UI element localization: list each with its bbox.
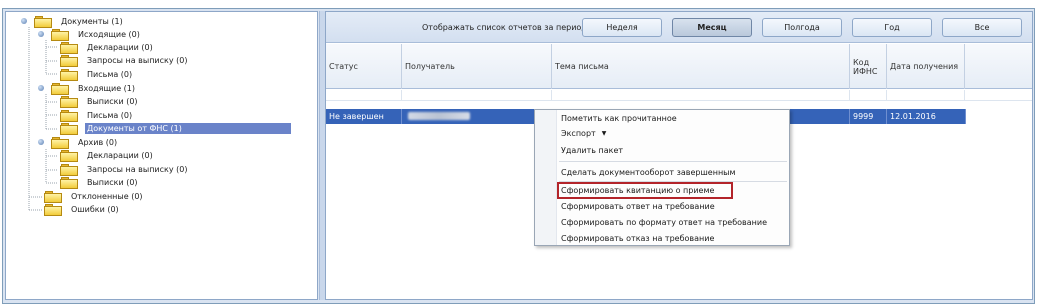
tree-node-label: Выписки (0): [87, 178, 138, 187]
tree-node-label: Декларации (0): [87, 151, 153, 160]
all-button[interactable]: Все: [942, 18, 1022, 37]
menu-item-label: Сформировать отказ на требование: [561, 234, 715, 243]
tree-node-label: Декларации (0): [87, 43, 153, 52]
tree-node-label: Исходящие (0): [78, 30, 140, 39]
highlight-frame: [557, 182, 733, 199]
folder-icon: [51, 136, 70, 149]
tree-node-documents[interactable]: Документы (1): [20, 15, 125, 28]
tree-node-rejected[interactable]: Отклоненные (0): [44, 190, 145, 203]
tree-node-label: Письма (0): [87, 70, 133, 79]
folder-icon: [34, 15, 53, 28]
collapse-icon[interactable]: [20, 16, 31, 27]
tree-node-incoming[interactable]: Входящие (1): [37, 82, 137, 95]
collapse-icon[interactable]: [37, 29, 48, 40]
folder-icon: [51, 82, 70, 95]
tree-node-label: Выписки (0): [87, 97, 138, 106]
menu-item-label: Удалить пакет: [561, 146, 624, 155]
menu-item-formatted-answer[interactable]: Сформировать по формату ответ на требова…: [535, 215, 789, 230]
week-button[interactable]: Неделя: [582, 18, 662, 37]
menu-item-export[interactable]: Экспорт ▼: [535, 126, 789, 141]
tree-node-archive[interactable]: Архив (0): [37, 136, 119, 149]
redacted-recipient: [408, 112, 470, 120]
period-label: Отображать список отчетов за период:: [422, 23, 590, 32]
year-button[interactable]: Год: [852, 18, 932, 37]
tree-node-label: Архив (0): [78, 138, 118, 147]
half-year-button[interactable]: Полгода: [762, 18, 842, 37]
menu-item-answer-request[interactable]: Сформировать ответ на требование: [535, 199, 789, 214]
tree-node-label: Отклоненные (0): [71, 192, 143, 201]
tree-node-label: Документы (1): [61, 17, 123, 26]
menu-item-label: Пометить как прочитанное: [561, 114, 677, 123]
tree-node-label: Письма (0): [87, 111, 133, 120]
tree-node-incoming-letters[interactable]: Письма (0): [60, 109, 134, 122]
grid-header: Статус Получатель Тема письма Код ИФНС Д…: [326, 44, 1032, 89]
menu-item-complete-workflow[interactable]: Сделать документооборот завершенным: [535, 165, 789, 180]
folder-icon: [44, 190, 63, 203]
cell-received-date: 12.01.2016: [887, 109, 966, 124]
menu-item-label: Сформировать по формату ответ на требова…: [561, 218, 768, 227]
month-button[interactable]: Месяц: [672, 18, 752, 37]
cell-ifns-code: 9999: [850, 109, 887, 124]
tree-node-outgoing-requests[interactable]: Запросы на выписку (0): [60, 54, 189, 67]
tree-node-outgoing-letters[interactable]: Письма (0): [60, 68, 134, 81]
tree-node-incoming-statements[interactable]: Выписки (0): [60, 95, 140, 108]
folder-icon: [60, 109, 79, 122]
folder-icon: [60, 54, 79, 67]
folder-icon: [44, 203, 63, 216]
tree-node-archive-statements[interactable]: Выписки (0): [60, 176, 140, 189]
cell-recipient: [402, 109, 552, 124]
tree-node-archive-declarations[interactable]: Декларации (0): [60, 149, 155, 162]
tree-node-errors[interactable]: Ошибки (0): [44, 203, 121, 216]
tree-node-outgoing[interactable]: Исходящие (0): [37, 28, 142, 41]
menu-item-label: Сформировать ответ на требование: [561, 202, 715, 211]
folder-icon: [60, 122, 79, 135]
menu-item-label: Сделать документооборот завершенным: [561, 168, 736, 177]
tree-node-label: Запросы на выписку (0): [87, 56, 188, 65]
column-received-date[interactable]: Дата получения: [887, 44, 965, 89]
tree-node-label: Ошибки (0): [71, 205, 119, 214]
column-subject[interactable]: Тема письма: [552, 44, 850, 89]
folder-icon: [60, 176, 79, 189]
menu-separator: [559, 161, 787, 162]
column-ifns-code[interactable]: Код ИФНС: [850, 44, 887, 89]
menu-item-delete-package[interactable]: Удалить пакет: [535, 143, 789, 158]
menu-item-refuse-request[interactable]: Сформировать отказ на требование: [535, 231, 789, 246]
folder-icon: [60, 163, 79, 176]
tree-node-label: Документы от ФНС (1): [85, 123, 291, 134]
period-toolbar: Отображать список отчетов за период: Нед…: [326, 12, 1032, 43]
folder-icon: [60, 68, 79, 81]
collapse-icon[interactable]: [37, 83, 48, 94]
column-recipient[interactable]: Получатель: [402, 44, 552, 89]
folder-icon: [60, 95, 79, 108]
tree-node-label: Входящие (1): [78, 84, 135, 93]
tree-node-archive-requests[interactable]: Запросы на выписку (0): [60, 163, 189, 176]
menu-item-mark-read[interactable]: Пометить как прочитанное: [535, 111, 789, 126]
folder-icon: [51, 28, 70, 41]
tree-node-outgoing-declarations[interactable]: Декларации (0): [60, 41, 155, 54]
context-menu: Пометить как прочитанное Экспорт ▼ Удалит…: [534, 109, 790, 246]
folder-icon: [60, 149, 79, 162]
submenu-arrow-icon: ▼: [601, 130, 607, 137]
folder-icon: [60, 41, 79, 54]
folder-tree: Документы (1) Исходящие (0) Декларации (…: [5, 11, 318, 300]
cell-status: Не завершен: [326, 109, 402, 124]
collapse-icon[interactable]: [37, 137, 48, 148]
tree-node-fns-documents[interactable]: Документы от ФНС (1): [60, 122, 291, 135]
grid-filter-row[interactable]: [326, 90, 1032, 101]
menu-item-label: Экспорт: [561, 129, 596, 138]
column-status[interactable]: Статус: [326, 44, 402, 89]
tree-node-label: Запросы на выписку (0): [87, 165, 188, 174]
